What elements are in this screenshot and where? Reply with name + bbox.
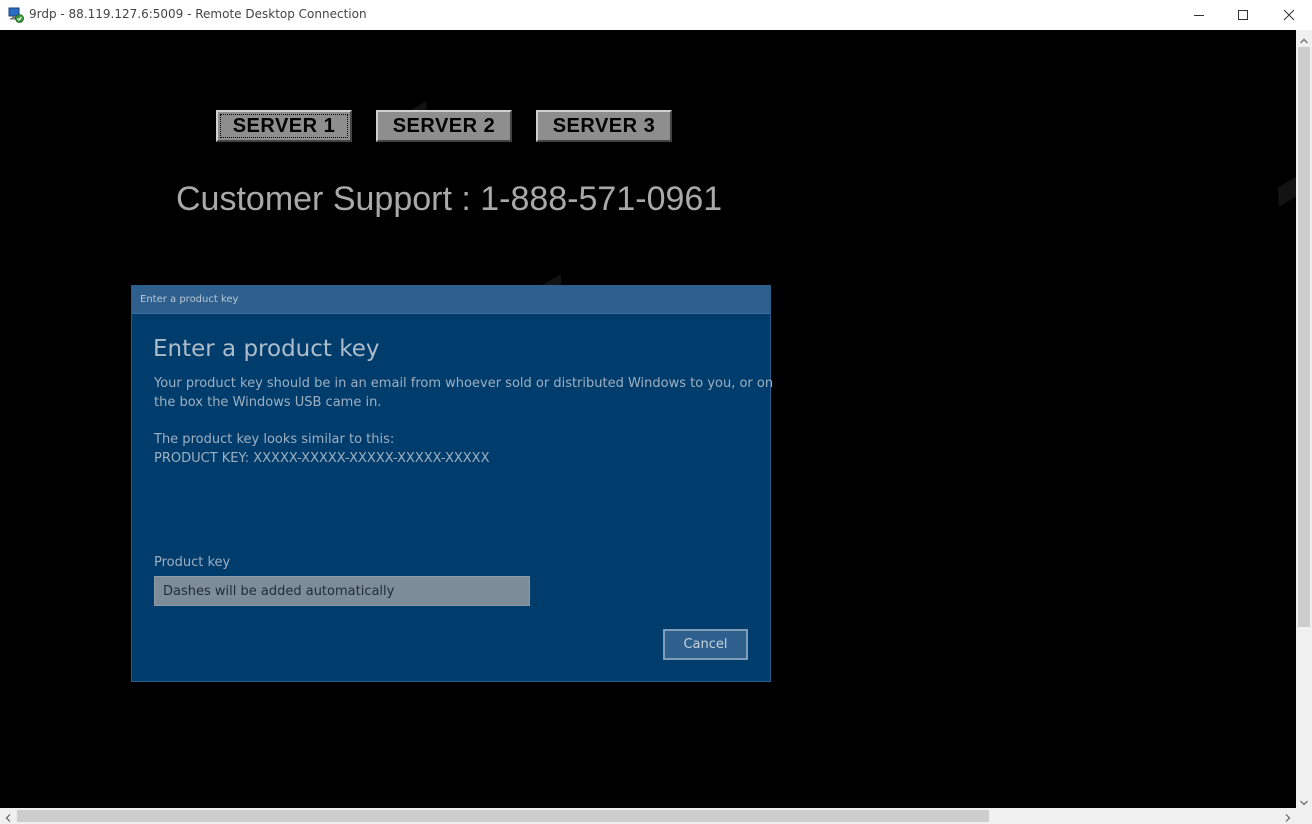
vertical-scroll-thumb[interactable] xyxy=(1298,47,1310,627)
key-example-format: PRODUCT KEY: XXXXX-XXXXX-XXXXX-XXXXX-XXX… xyxy=(154,451,490,466)
dialog-heading: Enter a product key xyxy=(153,336,380,362)
chevron-up-icon xyxy=(1300,29,1308,48)
horizontal-scroll-thumb[interactable] xyxy=(17,810,989,822)
customer-support-text: Customer Support : 1-888-571-0961 xyxy=(176,180,723,218)
server-2-button[interactable]: SERVER 2 xyxy=(376,110,512,142)
close-icon xyxy=(1283,6,1295,25)
product-key-input[interactable] xyxy=(154,576,530,606)
server-3-button[interactable]: SERVER 3 xyxy=(536,110,672,142)
minimize-button[interactable] xyxy=(1176,0,1222,30)
key-example-intro: The product key looks similar to this: xyxy=(154,432,395,447)
dialog-description: the box the Windows USB came in. xyxy=(154,395,382,410)
cancel-button[interactable]: Cancel xyxy=(663,629,748,660)
scroll-left-button[interactable] xyxy=(0,808,16,824)
remote-desktop-area[interactable]: ▰ ▰ ▰ SERVER 1 SERVER 2 SERVER 3 Custome… xyxy=(0,30,1296,808)
vertical-scrollbar[interactable] xyxy=(1296,30,1312,808)
scroll-right-button[interactable] xyxy=(1280,808,1296,824)
product-key-label: Product key xyxy=(154,555,231,570)
window-title: 9rdp - 88.119.127.6:5009 - Remote Deskto… xyxy=(29,7,367,21)
server-1-button[interactable]: SERVER 1 xyxy=(216,110,352,142)
remote-desktop-icon xyxy=(8,7,24,23)
chevron-down-icon xyxy=(1300,791,1308,810)
dialog-description: Your product key should be in an email f… xyxy=(154,376,774,391)
chevron-left-icon xyxy=(5,807,11,824)
horizontal-scrollbar[interactable] xyxy=(0,808,1296,824)
maximize-button[interactable] xyxy=(1220,0,1266,30)
product-key-dialog: Enter a product key Enter a product key … xyxy=(131,285,774,682)
chevron-right-icon xyxy=(1285,807,1291,824)
scrollbar-corner xyxy=(1296,808,1312,824)
watermark-shape: ▰ xyxy=(1258,154,1296,220)
dialog-titlebar[interactable]: Enter a product key xyxy=(132,286,770,314)
close-button[interactable] xyxy=(1266,0,1312,30)
window-titlebar[interactable]: 9rdp - 88.119.127.6:5009 - Remote Deskto… xyxy=(0,0,1312,30)
dialog-title: Enter a product key xyxy=(140,294,239,305)
scroll-up-button[interactable] xyxy=(1296,30,1312,46)
minimize-icon xyxy=(1193,6,1205,25)
maximize-icon xyxy=(1237,6,1249,25)
scroll-down-button[interactable] xyxy=(1296,792,1312,808)
rdp-window: 9rdp - 88.119.127.6:5009 - Remote Deskto… xyxy=(0,0,1312,824)
